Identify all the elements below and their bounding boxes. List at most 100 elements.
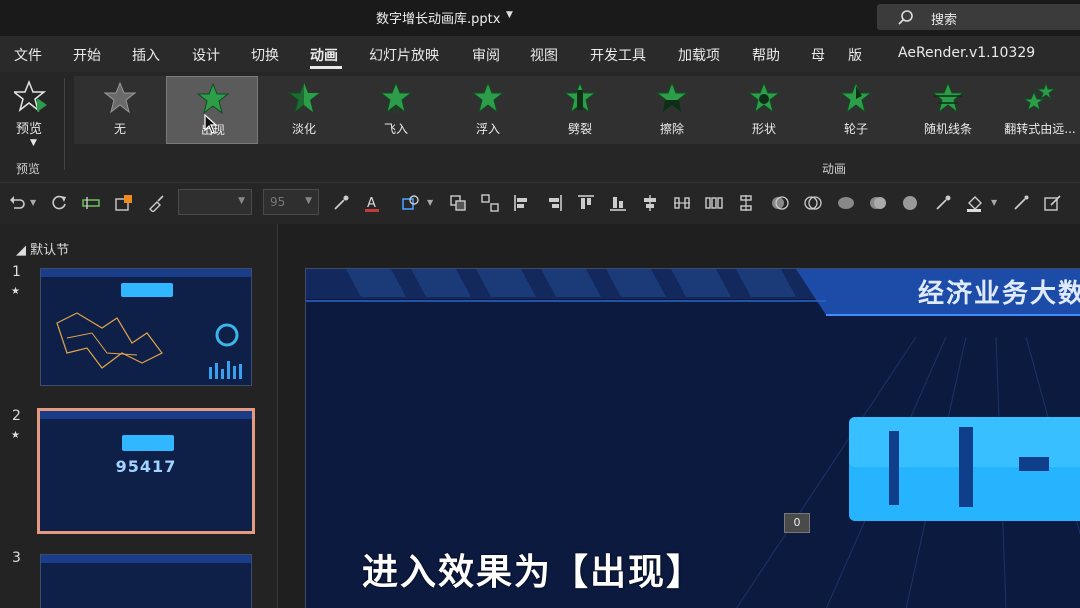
slide-title[interactable]: 经济业务大数	[918, 273, 1080, 310]
effect-label: 飞入	[383, 122, 408, 136]
pen-icon[interactable]	[1012, 194, 1030, 212]
chevron-down-icon[interactable]: ▼	[30, 198, 48, 216]
undo-icon[interactable]	[8, 194, 26, 212]
effect-wheel[interactable]: 轮子	[810, 76, 902, 144]
effect-wipe[interactable]: 擦除	[626, 76, 718, 144]
menu-help[interactable]: 帮助	[752, 45, 780, 65]
align-middle-icon[interactable]	[641, 194, 659, 212]
redo-icon[interactable]	[50, 194, 68, 212]
merge-shapes-fragment-icon[interactable]	[837, 194, 855, 212]
merge-shapes-intersect-icon[interactable]	[869, 194, 887, 212]
preview-label: 预览	[16, 122, 43, 137]
align-right-icon[interactable]	[545, 194, 563, 212]
chevron-down-icon: ▼	[305, 196, 312, 206]
merge-shapes-combine-icon[interactable]	[804, 194, 822, 212]
mouse-cursor-icon	[204, 114, 218, 134]
font-size-dropdown[interactable]: 95 ▼	[263, 189, 319, 215]
menu-file[interactable]: 文件	[14, 45, 42, 65]
slide-thumbnail-pane: ◢ 默认节 1 ★ 2 ★ 95417 3	[0, 224, 278, 608]
font-color-icon[interactable]: A	[364, 194, 382, 212]
menu-bar: 文件 开始 插入 设计 切换 动画 幻灯片放映 审阅 视图 开发工具 加载项 帮…	[0, 36, 1080, 72]
thumbnail-number-block	[122, 435, 174, 451]
menu-review[interactable]: 审阅	[472, 45, 500, 65]
menu-view[interactable]: 视图	[530, 45, 558, 65]
animated-number-block[interactable]	[849, 417, 1080, 521]
preview-button[interactable]: 预览 ▼	[8, 78, 56, 168]
menu-aerender[interactable]: AeRender.v1.10329	[898, 45, 1035, 61]
chevron-down-icon[interactable]: ▼	[991, 198, 1009, 216]
slide-number: 2	[12, 408, 21, 424]
formatting-toolbar: ▼ ▼ 95 ▼ A ▼ ▼	[0, 182, 1080, 224]
chevron-down-icon[interactable]: ▼	[506, 10, 513, 20]
menu-master-1[interactable]: 母	[811, 45, 825, 65]
effect-shape[interactable]: 形状	[718, 76, 810, 144]
effect-label: 浮入	[475, 122, 500, 136]
effect-fade[interactable]: 淡化	[258, 76, 350, 144]
font-size-value: 95	[270, 195, 286, 209]
slide-number: 3	[12, 550, 21, 566]
preview-star-icon	[14, 80, 47, 112]
menu-developer[interactable]: 开发工具	[590, 45, 646, 65]
merge-shapes-subtract-icon[interactable]	[901, 194, 919, 212]
fill-bucket-icon[interactable]	[966, 194, 984, 212]
menu-home[interactable]: 开始	[73, 45, 101, 65]
menu-animations[interactable]: 动画	[310, 45, 338, 65]
group-icon[interactable]	[449, 194, 467, 212]
effect-none[interactable]: 无	[74, 76, 166, 144]
slide-thumbnail-1[interactable]	[40, 268, 252, 386]
merge-shapes-union-icon[interactable]	[771, 194, 789, 212]
effect-fly-in[interactable]: 飞入	[350, 76, 442, 144]
effect-label: 淡化	[291, 122, 316, 136]
format-painter-icon[interactable]	[82, 194, 100, 212]
menu-insert[interactable]: 插入	[132, 45, 160, 65]
effect-label: 劈裂	[567, 122, 592, 136]
color-picker-icon[interactable]	[934, 194, 952, 212]
animation-gallery: 无 出现 淡化 飞入 浮入 劈裂 擦除 形状	[74, 76, 1080, 144]
current-slide[interactable]: 经济业务大数 0 进入效果为【出现】	[305, 268, 1080, 608]
ungroup-icon[interactable]	[481, 194, 499, 212]
search-box[interactable]: 搜索	[877, 4, 1080, 30]
align-top-icon[interactable]	[577, 194, 595, 212]
align-bottom-icon[interactable]	[609, 194, 627, 212]
chevron-down-icon[interactable]: ▼	[427, 198, 445, 216]
distribute-columns-icon[interactable]	[705, 194, 723, 212]
svg-text:A: A	[367, 196, 376, 211]
thumbnail-donut-graphic	[215, 323, 239, 347]
menu-design[interactable]: 设计	[192, 45, 220, 65]
section-label[interactable]: ◢ 默认节	[16, 239, 69, 258]
menu-addins[interactable]: 加载项	[678, 45, 720, 65]
effect-label: 擦除	[659, 122, 684, 136]
thumbnail-header	[40, 411, 252, 419]
align-left-icon[interactable]	[513, 194, 531, 212]
star-empty-icon	[104, 82, 136, 114]
slide-thumbnail-3[interactable]	[40, 554, 252, 608]
slide-thumbnail-2[interactable]: 95417	[37, 408, 255, 534]
distribute-horizontal-icon[interactable]	[673, 194, 691, 212]
animation-group-label: 动画	[822, 162, 847, 176]
thumbnail-header	[41, 555, 251, 563]
effect-label: 随机线条	[923, 122, 972, 136]
insert-image-icon[interactable]	[115, 194, 133, 212]
menu-master-2[interactable]: 版	[848, 45, 862, 65]
video-caption: 进入效果为【出现】	[362, 552, 705, 593]
menu-transitions[interactable]: 切换	[251, 45, 279, 65]
star-appear-icon	[197, 83, 229, 115]
animation-order-badge[interactable]: 0	[784, 513, 810, 533]
star-wheel-icon	[840, 82, 872, 114]
title-bar: 数字增长动画库.pptx ▼ 搜索	[0, 0, 1080, 36]
shape-fill-icon[interactable]	[402, 194, 420, 212]
menu-slideshow[interactable]: 幻灯片放映	[369, 45, 439, 65]
chevron-down-icon[interactable]: ▼	[30, 138, 37, 148]
brush-icon[interactable]	[147, 194, 165, 212]
effect-float-in[interactable]: 浮入	[442, 76, 534, 144]
effect-grow-turn[interactable]: 翻转式由远...	[994, 76, 1080, 144]
eyedropper-icon[interactable]	[332, 194, 350, 212]
edit-shape-icon[interactable]	[1044, 194, 1062, 212]
font-family-dropdown[interactable]: ▼	[178, 189, 252, 215]
effect-split[interactable]: 劈裂	[534, 76, 626, 144]
document-title[interactable]: 数字增长动画库.pptx	[376, 8, 500, 27]
thumbnail-header	[41, 269, 251, 277]
slide-number: 1	[12, 264, 21, 280]
effect-random-bars[interactable]: 随机线条	[902, 76, 994, 144]
distribute-vertical-icon[interactable]	[737, 194, 755, 212]
